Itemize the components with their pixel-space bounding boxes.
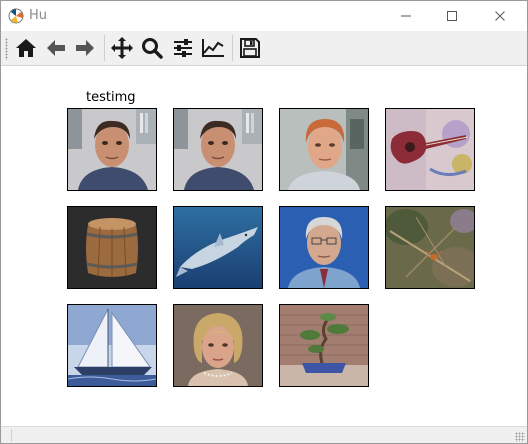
edit-axis-icon [202,39,224,57]
status-divider [11,429,12,442]
matplotlib-logo-icon [8,8,24,24]
maximize-icon [447,11,457,21]
image-thumbnail-sailboat[interactable] [67,304,157,387]
navigation-toolbar [1,31,527,66]
image-thumbnail-blonde-woman[interactable] [173,304,263,387]
zoom-magnifier-icon [142,38,163,59]
window-title: Hu [29,8,48,23]
toolbar-grip-handle[interactable] [5,38,8,60]
home-button[interactable] [13,36,39,60]
image-thumbnail-man-face-copy[interactable] [173,108,263,191]
home-icon [16,39,36,57]
toolbar-separator [104,35,105,61]
minimize-icon [401,15,411,17]
app-window: Hu testimg [0,0,528,444]
status-bar [1,426,527,443]
maximize-button[interactable] [429,1,475,31]
title-bar: Hu [1,1,527,31]
image-thumbnail-red-haired-man[interactable] [279,108,369,191]
pan-button[interactable] [109,36,135,60]
image-thumbnail-dolphin[interactable] [173,206,263,289]
image-thumbnail-man-face[interactable] [67,108,157,191]
image-thumbnail-wooden-barrel[interactable] [67,206,157,289]
save-button[interactable] [237,36,263,60]
image-thumbnail-grey-haired-man[interactable] [279,206,369,289]
resize-grip-icon[interactable] [515,432,525,442]
edit-axis-button[interactable] [200,36,226,60]
zoom-button[interactable] [139,36,165,60]
configure-subplots-icon [174,39,192,57]
image-thumbnail-guitar-painting[interactable] [385,108,475,191]
back-arrow-icon [47,40,65,56]
toolbar-separator [232,35,233,61]
forward-button[interactable] [72,36,98,60]
close-button[interactable] [477,1,523,31]
image-thumbnail-bonsai-tree[interactable] [279,304,369,387]
pan-move-icon [111,37,133,59]
minimize-button[interactable] [383,1,429,31]
image-thumbnail-insect-on-branch[interactable] [385,206,475,289]
save-figure-icon [240,38,260,58]
configure-subplots-button[interactable] [170,36,196,60]
close-icon [495,11,505,21]
forward-arrow-icon [76,40,94,56]
back-button[interactable] [43,36,69,60]
figure-title: testimg [86,90,136,105]
